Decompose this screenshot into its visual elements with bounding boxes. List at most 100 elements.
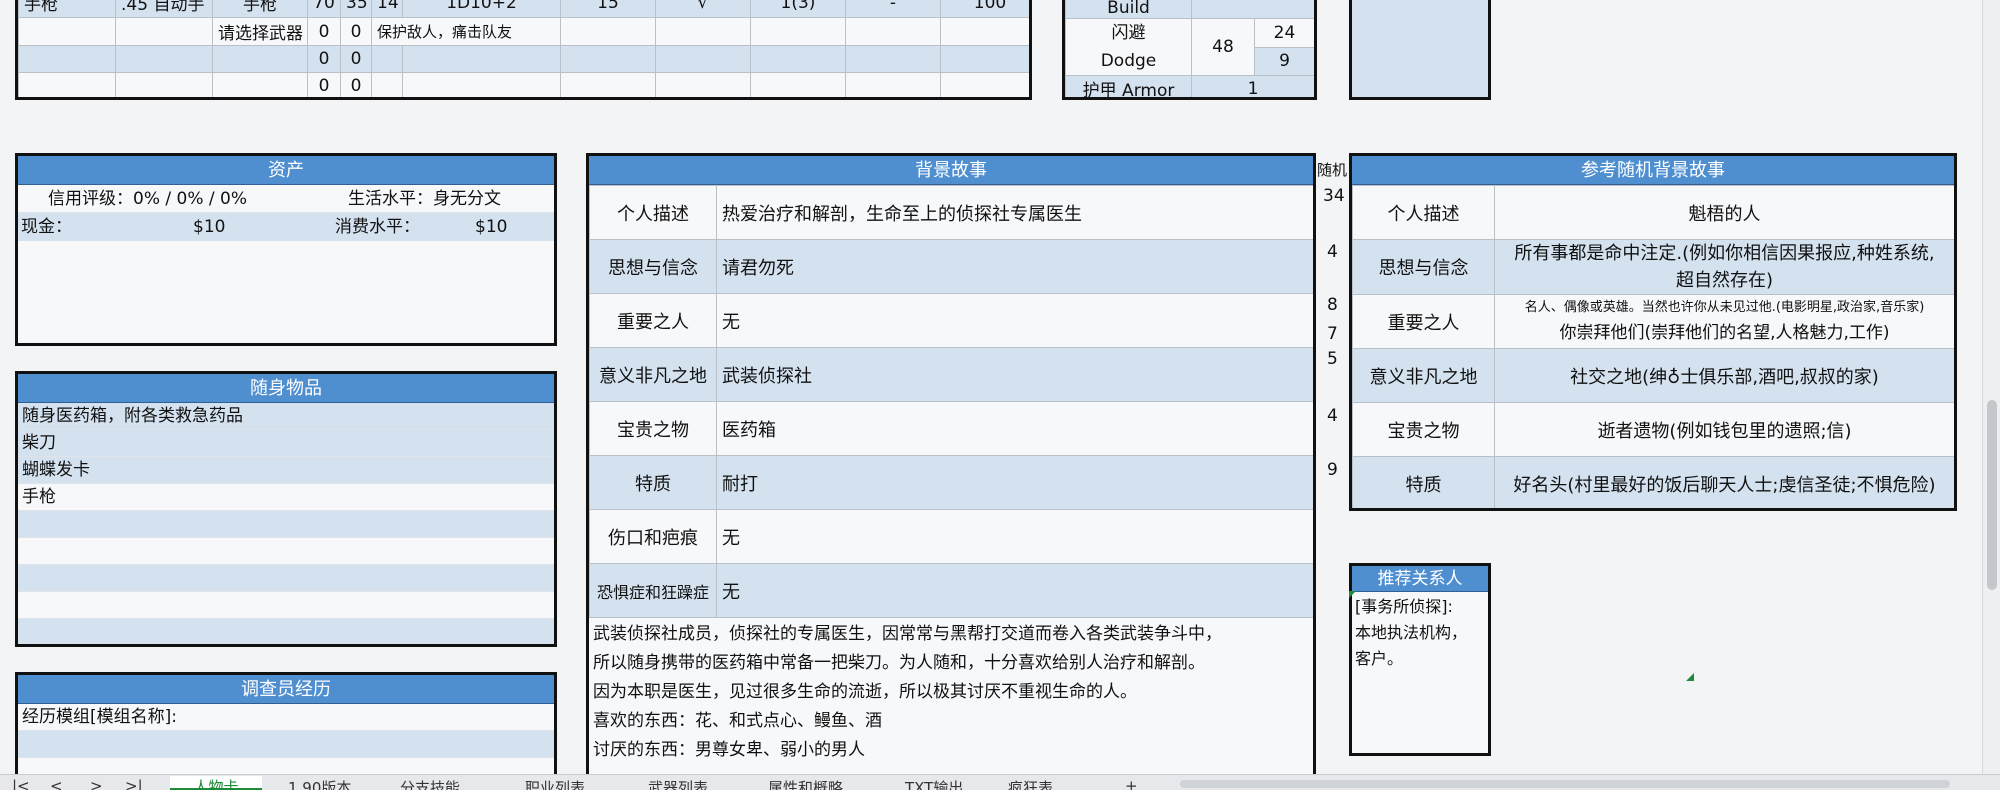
reference-row[interactable]: 特质 好名头(村里最好的饭后聊天人士;虔信圣徒;不惧危险) — [1352, 456, 1954, 508]
experience-row[interactable] — [18, 731, 554, 758]
weapon-cell[interactable]: 0 — [307, 72, 341, 97]
weapon-row[interactable]: 手枪 .45 自动手 手枪 70 35 14 1D10+2 15 √ 1(3) … — [18, 0, 1029, 18]
item-row[interactable] — [18, 619, 554, 644]
reference-row[interactable]: 宝贵之物 逝者遗物(例如钱包里的遗照;信) — [1352, 402, 1954, 457]
tab-weapons[interactable]: 武器列表 — [648, 777, 708, 790]
item-row[interactable] — [18, 511, 554, 538]
backstory-value[interactable]: 无 — [716, 563, 1313, 618]
backstory-value[interactable]: 医药箱 — [716, 401, 1313, 456]
reference-row[interactable]: 意义非凡之地 社交之地(绅♁士俱乐部,酒吧,叔叔的家) — [1352, 348, 1954, 403]
weapon-cell[interactable]: 100 — [940, 0, 1029, 18]
experience-module[interactable]: 经历模组[模组名称]: — [18, 704, 554, 731]
weapon-cell[interactable]: 0 — [307, 45, 341, 73]
weapon-cell[interactable]: 0 — [307, 17, 341, 46]
backstory-row[interactable]: 重要之人 无 — [589, 293, 1313, 348]
tab-occupations[interactable]: 职业列表 — [525, 777, 585, 790]
first-sheet-icon[interactable]: |< — [12, 777, 30, 790]
backstory-row[interactable]: 特质 耐打 — [589, 455, 1313, 510]
reference-row[interactable]: 重要之人 名人、偶像或英雄。当然也许你从未见过他.(电影明星,政治家,音乐家) … — [1352, 294, 1954, 349]
reference-value-line: 你崇拜他们(崇拜他们的名望,人格魅力,工作) — [1559, 322, 1890, 343]
reference-row[interactable]: 个人描述 魁梧的人 — [1352, 185, 1954, 240]
weapon-row[interactable]: 0 0 — [18, 45, 1029, 73]
weapon-select[interactable]: 请选择武器 — [212, 17, 308, 46]
weapon-cell[interactable] — [750, 17, 846, 46]
backstory-row[interactable]: 思想与信念 请君勿死 — [589, 239, 1313, 294]
weapon-cell[interactable]: √ — [655, 0, 751, 18]
backstory-value[interactable]: 无 — [716, 293, 1313, 348]
tab-txt-output[interactable]: TXT输出 — [905, 777, 963, 790]
tab-insanity[interactable]: 疯狂表 — [1008, 777, 1053, 790]
backstory-label: 伤口和疤痕 — [589, 509, 717, 564]
weapon-note[interactable]: 保护敌人，痛击队友 — [371, 17, 561, 46]
item-row[interactable]: 蝴蝶发卡 — [18, 457, 554, 484]
weapon-row[interactable]: 0 0 — [18, 72, 1029, 97]
weapon-cell[interactable]: 1D10+2 — [402, 0, 561, 18]
weapon-cell[interactable]: 手枪 — [212, 0, 308, 18]
relations-text[interactable]: [事务所侦探]: 本地执法机构， 客户。 — [1352, 592, 1488, 674]
spend-value[interactable]: $10 — [475, 213, 507, 241]
cash-value[interactable]: $10 — [193, 213, 225, 241]
backstory-label: 宝贵之物 — [589, 401, 717, 456]
scrollbar-thumb[interactable] — [1987, 400, 1997, 590]
backstory-row[interactable]: 意义非凡之地 武装侦探社 — [589, 347, 1313, 402]
horizontal-scrollbar[interactable] — [1180, 780, 1950, 788]
tab-character-card[interactable]: 人物卡 — [170, 776, 262, 790]
weapon-cell[interactable]: 0 — [340, 17, 372, 46]
backstory-value[interactable]: 请君勿死 — [716, 239, 1313, 294]
backstory-row[interactable]: 恐惧症和狂躁症 无 — [589, 563, 1313, 618]
reference-label: 特质 — [1352, 456, 1495, 508]
backstory-row[interactable]: 宝贵之物 医药箱 — [589, 401, 1313, 456]
backstory-value[interactable]: 武装侦探社 — [716, 347, 1313, 402]
dodge-value[interactable]: 48 — [1191, 18, 1255, 76]
vertical-scrollbar[interactable] — [1982, 0, 2000, 774]
comment-marker-icon[interactable] — [1686, 673, 1694, 681]
weapon-cell[interactable]: 0 — [340, 45, 372, 73]
comment-marker-icon[interactable] — [1349, 591, 1356, 598]
prev-sheet-icon[interactable]: < — [50, 777, 63, 790]
weapon-cell[interactable] — [845, 17, 941, 46]
living-standard[interactable]: 生活水平：身无分文 — [348, 185, 501, 213]
backstory-value[interactable]: 无 — [716, 509, 1313, 564]
tab-version[interactable]: 1.90版本 — [288, 777, 351, 790]
backstory-row[interactable]: 个人描述 热爱治疗和解剖，生命至上的侦探社专属医生 — [589, 185, 1313, 240]
item-row[interactable]: 随身医药箱，附各类救急药品 — [18, 403, 554, 430]
weapon-cell[interactable]: 35 — [340, 0, 372, 18]
weapon-cell[interactable]: 70 — [307, 0, 341, 18]
add-sheet-icon[interactable]: + — [1125, 777, 1138, 790]
weapon-cell[interactable] — [560, 17, 656, 46]
weapon-cell[interactable]: 手枪 — [18, 0, 116, 18]
credit-rating[interactable]: 信用评级：0% / 0% / 0% — [48, 185, 247, 213]
backstory-value[interactable]: 热爱治疗和解剖，生命至上的侦探社专属医生 — [716, 185, 1313, 240]
weapon-cell[interactable]: .45 自动手 — [115, 0, 213, 18]
reference-row[interactable]: 思想与信念 所有事都是命中注定.(例如你相信因果报应,种姓系统, 超自然存在) — [1352, 239, 1954, 295]
backstory-panel: 背景故事 个人描述 热爱治疗和解剖，生命至上的侦探社专属医生 思想与信念 请君勿… — [586, 153, 1316, 783]
relations-line: [事务所侦探]: — [1355, 597, 1453, 616]
next-sheet-icon[interactable]: > — [90, 777, 103, 790]
weapon-cell[interactable] — [655, 17, 751, 46]
armor-value[interactable]: 1 — [1191, 75, 1314, 97]
backstory-row[interactable]: 伤口和疤痕 无 — [589, 509, 1313, 564]
weapon-cell[interactable]: 0 — [340, 72, 372, 97]
weapon-cell[interactable] — [940, 17, 1029, 46]
item-row[interactable] — [18, 538, 554, 565]
weapon-cell[interactable]: 15 — [560, 0, 656, 18]
item-row[interactable]: 柴刀 — [18, 430, 554, 457]
backstory-value[interactable]: 耐打 — [716, 455, 1313, 510]
item-row[interactable]: 手枪 — [18, 484, 554, 511]
weapon-cell[interactable]: 1(3) — [750, 0, 846, 18]
weapon-cell[interactable] — [18, 17, 116, 46]
reference-value: 名人、偶像或英雄。当然也许你从未见过他.(电影明星,政治家,音乐家) 你崇拜他们… — [1494, 294, 1954, 349]
weapon-cell[interactable] — [115, 17, 213, 46]
portrait-box[interactable] — [1349, 0, 1491, 100]
weapon-row[interactable]: 请选择武器 0 0 保护敌人，痛击队友 — [18, 17, 1029, 46]
backstory-narrative[interactable]: 武装侦探社成员，侦探社的专属医生，因常常与黑帮打交道而卷入各类武装争斗中， 所以… — [589, 618, 1313, 767]
weapon-cell[interactable]: 14 — [371, 0, 403, 18]
build-value[interactable] — [1191, 0, 1314, 19]
tab-branch-skills[interactable]: 分支技能 — [400, 777, 460, 790]
item-row[interactable] — [18, 592, 554, 619]
weapon-cell[interactable]: - — [845, 0, 941, 18]
last-sheet-icon[interactable]: >| — [125, 777, 143, 790]
item-row[interactable] — [18, 565, 554, 592]
random-value: 4 — [1327, 406, 1338, 426]
tab-attributes[interactable]: 属性和概略 — [768, 777, 843, 790]
